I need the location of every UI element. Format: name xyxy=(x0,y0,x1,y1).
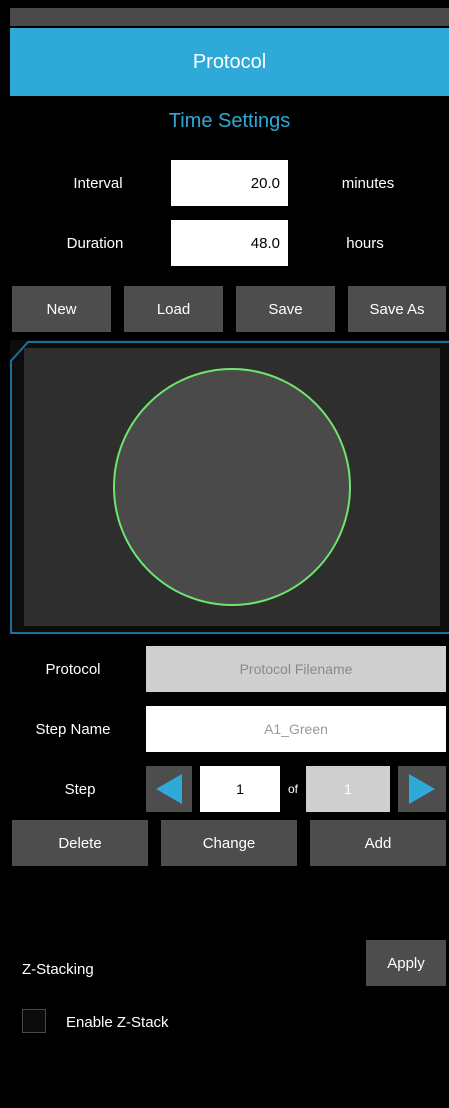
interval-unit: minutes xyxy=(341,174,395,192)
plate-area xyxy=(24,348,440,626)
interval-input[interactable]: 20.0 xyxy=(171,160,288,206)
arrow-right-icon xyxy=(409,774,435,804)
add-step-button[interactable]: Add xyxy=(310,820,446,866)
change-step-button[interactable]: Change xyxy=(161,820,297,866)
well-circle[interactable] xyxy=(113,368,351,606)
duration-label: Duration xyxy=(66,234,124,252)
top-bar xyxy=(10,8,449,26)
step-total-field: 1 xyxy=(306,766,390,812)
step-of-label: of xyxy=(287,782,298,796)
arrow-left-icon xyxy=(156,774,182,804)
z-stacking-label: Z-Stacking xyxy=(22,960,94,978)
duration-unit: hours xyxy=(346,234,384,252)
step-label: Step xyxy=(64,780,96,798)
duration-input[interactable]: 48.0 xyxy=(171,220,288,266)
step-current-field[interactable]: 1 xyxy=(200,766,280,812)
step-name-label: Step Name xyxy=(35,720,111,738)
new-button[interactable]: New xyxy=(12,286,111,332)
protocol-label: Protocol xyxy=(45,660,101,678)
prev-step-button[interactable] xyxy=(146,766,192,812)
plate-view[interactable] xyxy=(10,340,449,634)
header-title: Protocol xyxy=(192,50,267,73)
enable-z-stack-label: Enable Z-Stack xyxy=(66,1013,169,1031)
protocol-header: Protocol xyxy=(10,28,449,96)
apply-button[interactable]: Apply xyxy=(366,940,446,986)
save-button[interactable]: Save xyxy=(236,286,335,332)
interval-label: Interval xyxy=(73,174,123,192)
load-button[interactable]: Load xyxy=(124,286,223,332)
step-name-field[interactable]: A1_Green xyxy=(146,706,446,752)
next-step-button[interactable] xyxy=(398,766,446,812)
protocol-filename-field[interactable]: Protocol Filename xyxy=(146,646,446,692)
enable-z-stack-checkbox[interactable] xyxy=(22,1009,46,1033)
delete-step-button[interactable]: Delete xyxy=(12,820,148,866)
time-settings-title: Time Settings xyxy=(168,110,291,132)
save-as-button[interactable]: Save As xyxy=(348,286,446,332)
